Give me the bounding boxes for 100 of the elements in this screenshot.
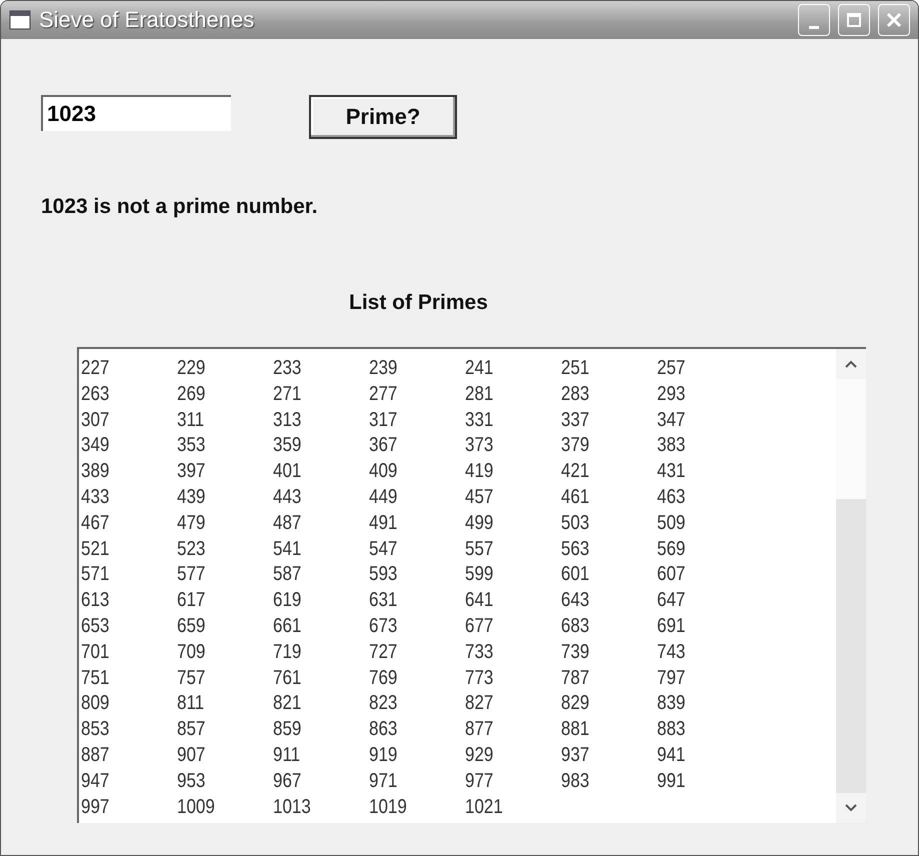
prime-number: 827 [465,691,494,716]
prime-number: 967 [273,768,302,794]
prime-number: 283 [561,382,590,407]
prime-number: 691 [657,614,686,639]
prime-number: 487 [273,510,302,536]
prime-number: 853 [81,717,110,742]
prime-number: 557 [465,536,494,562]
prime-number: 863 [369,717,398,742]
prime-number: 997 [81,794,110,820]
prime-number: 239 [369,356,398,381]
prime-number: 743 [657,640,686,665]
prime-number: 719 [273,640,302,665]
prime-number: 479 [177,510,206,536]
prime-number: 653 [81,614,110,639]
prime-number: 461 [561,484,590,510]
prime-number: 739 [561,640,590,665]
prime-number: 641 [465,588,494,613]
prime-number: 1009 [177,794,216,820]
prime-number: 389 [81,459,110,484]
prime-number: 601 [561,562,590,588]
prime-number: 491 [369,510,398,536]
prime-number: 659 [177,614,206,639]
prime-number: 509 [657,510,686,536]
prime-number: 797 [657,666,686,690]
prime-number: 379 [561,433,590,458]
prime-number: 409 [369,459,398,484]
prime-number: 761 [273,666,302,690]
prime-number: 631 [369,588,398,613]
prime-number: 577 [177,562,206,588]
prime-number: 929 [465,742,494,768]
prime-number: 907 [177,742,206,768]
prime-number: 877 [465,717,494,742]
prime-number: 607 [657,562,686,588]
prime-number: 751 [81,666,110,690]
prime-number: 757 [177,666,206,690]
prime-number: 293 [657,382,686,407]
prime-number: 439 [177,484,206,510]
prime-number: 811 [177,691,206,716]
prime-number: 821 [273,691,302,716]
prime-number: 307 [81,408,110,432]
prime-number: 617 [177,588,206,613]
prime-number: 401 [273,459,302,484]
prime-number: 521 [81,536,110,562]
prime-number: 421 [561,459,590,484]
prime-number: 569 [657,536,686,562]
scroll-up-icon[interactable] [845,360,857,368]
prime-number: 937 [561,742,590,768]
prime-number: 823 [369,691,398,716]
prime-number: 839 [657,691,686,716]
primes-listbox[interactable] [77,347,866,823]
prime-number: 971 [369,768,398,794]
prime-number: 881 [561,717,590,742]
prime-number: 677 [465,614,494,639]
prime-number: 373 [465,433,494,458]
prime-button[interactable]: Prime? [309,95,457,139]
prime-number: 457 [465,484,494,510]
prime-number: 523 [177,536,206,562]
result-message: 1023 is not a prime number. [41,195,319,219]
prime-number: 829 [561,691,590,716]
prime-number: 859 [273,717,302,742]
number-field[interactable]: 1023 [41,95,231,131]
prime-number: 953 [177,768,206,794]
prime-number: 919 [369,742,398,768]
prime-number: 349 [81,433,110,458]
prime-number: 311 [177,408,206,432]
prime-number: 661 [273,614,302,639]
prime-number: 229 [177,356,206,381]
prime-number: 463 [657,484,686,510]
maximize-button[interactable] [838,4,870,36]
prime-number: 271 [273,382,302,407]
prime-number: 337 [561,408,590,432]
prime-number: 347 [657,408,686,432]
prime-number: 547 [369,536,398,562]
prime-number: 367 [369,433,398,458]
close-button[interactable] [878,4,910,36]
prime-number: 419 [465,459,494,484]
close-icon [886,12,902,28]
prime-number: 1013 [273,794,312,820]
minimize-button[interactable] [798,4,830,36]
minimize-icon [809,26,819,28]
prime-number: 227 [81,356,110,381]
prime-number: 503 [561,510,590,536]
prime-number: 701 [81,640,110,665]
prime-number: 911 [273,742,302,768]
prime-number: 991 [657,768,686,794]
maximize-icon [846,12,862,28]
window-title: Sieve of Eratosthenes [39,7,256,33]
prime-number: 613 [81,588,110,613]
app-icon [9,10,31,30]
prime-number: 563 [561,536,590,562]
prime-number: 1021 [465,794,504,820]
scrollbar[interactable] [836,349,866,823]
prime-number: 263 [81,382,110,407]
prime-number: 983 [561,768,590,794]
prime-number: 467 [81,510,110,536]
prime-number: 397 [177,459,206,484]
scroll-down-icon[interactable] [845,804,857,812]
prime-number: 383 [657,433,686,458]
prime-number: 643 [561,588,590,613]
prime-number: 733 [465,640,494,665]
